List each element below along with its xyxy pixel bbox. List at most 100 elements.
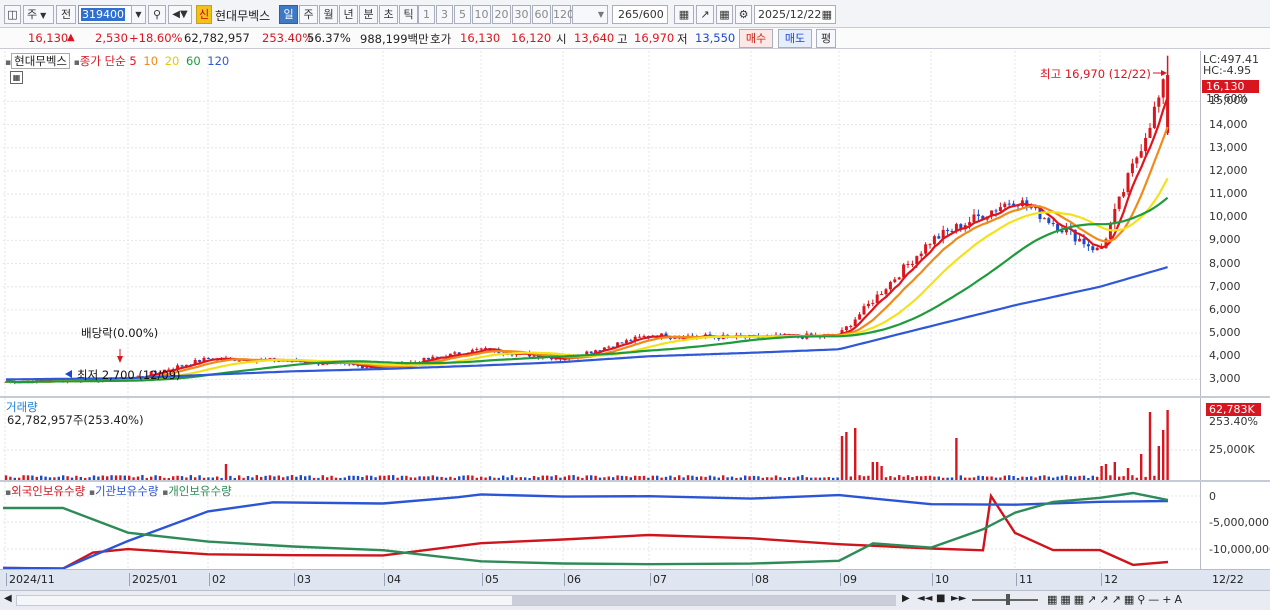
holder-legend: ▪외국인보유수량 ▪기관보유수량 ▪개인보유수량 bbox=[5, 483, 232, 499]
price-tick: 3,000 bbox=[1209, 372, 1241, 386]
price-tick: 6,000 bbox=[1209, 302, 1241, 316]
candle-body bbox=[1161, 79, 1165, 98]
bottom-bar: ◀ ▶ ◄◄ ■ ►► ▦▦▦↗↗↗▦⚲—+A bbox=[0, 590, 1270, 610]
volume-bar bbox=[1148, 412, 1152, 480]
price-tick: 4,000 bbox=[1209, 349, 1241, 363]
scroll-thumb[interactable] bbox=[512, 596, 896, 605]
candle-body bbox=[206, 357, 210, 359]
candle-body bbox=[884, 289, 888, 295]
holder-tick-10m: -10,000,000 bbox=[1209, 543, 1270, 556]
volume-panel[interactable]: 거래량 62,782,957주(253.40%) bbox=[3, 398, 1200, 480]
volume-bar bbox=[1157, 446, 1160, 480]
x-axis-right-label: 12/22 bbox=[1212, 573, 1244, 586]
count-120-button[interactable]: 120 bbox=[552, 5, 574, 24]
search-icon[interactable]: ⚲ bbox=[148, 5, 166, 24]
count-60-button[interactable]: 60 bbox=[532, 5, 551, 24]
tab-interval-second[interactable]: 초 bbox=[379, 5, 398, 24]
trade-amount: 988,199백만 bbox=[360, 32, 429, 46]
holder-axis: 0 -5,000,000 -10,000,000 bbox=[1200, 482, 1270, 569]
candle-body bbox=[237, 360, 241, 362]
tab-interval-year[interactable]: 년 bbox=[339, 5, 358, 24]
legend-ma-title: 종가 단순 bbox=[79, 54, 126, 68]
volume-bar bbox=[955, 438, 958, 480]
play-forward-icon[interactable]: ►► bbox=[951, 593, 966, 604]
view-options-icon[interactable]: ▦▦▦↗↗↗▦⚲—+A bbox=[1047, 593, 1185, 606]
high-label: 고 bbox=[617, 32, 628, 46]
holder-tick-5m: -5,000,000 bbox=[1209, 516, 1269, 529]
calendar-icon[interactable]: ▦ bbox=[822, 6, 832, 23]
open-label: 시 bbox=[556, 32, 567, 46]
candle-body bbox=[1095, 247, 1099, 251]
period-select[interactable]: 주 ▼ bbox=[23, 5, 54, 24]
candle-type-icon[interactable]: ▦ bbox=[674, 5, 694, 24]
count-20-button[interactable]: 20 bbox=[492, 5, 511, 24]
sell-button[interactable]: 매도 bbox=[778, 29, 812, 48]
count-30-button[interactable]: 30 bbox=[512, 5, 531, 24]
candle-body bbox=[972, 214, 976, 223]
price-tick: 5,000 bbox=[1209, 326, 1241, 340]
grid-icon[interactable]: ▦ bbox=[716, 5, 733, 24]
scroll-right-button[interactable]: ▶ bbox=[902, 593, 910, 604]
x-axis-label: 09 bbox=[840, 573, 857, 586]
zoom-slider-thumb[interactable] bbox=[1006, 594, 1010, 605]
x-axis-label: 07 bbox=[650, 573, 667, 586]
count-select[interactable]: ▼ bbox=[572, 5, 608, 24]
legend-ma-120: 120 bbox=[207, 54, 230, 68]
candle-body bbox=[919, 253, 923, 257]
tab-interval-minute[interactable]: 분 bbox=[359, 5, 378, 24]
count-1-button[interactable]: 1 bbox=[418, 5, 435, 24]
zoom-slider[interactable] bbox=[972, 599, 1038, 601]
tab-interval-month[interactable]: 월 bbox=[319, 5, 338, 24]
count-10-button[interactable]: 10 bbox=[472, 5, 491, 24]
buy-button[interactable]: 매수 bbox=[739, 29, 773, 48]
scroll-left-button[interactable]: ◀ bbox=[4, 593, 12, 604]
volume-bar bbox=[845, 432, 848, 480]
count-5-button[interactable]: 5 bbox=[454, 5, 471, 24]
dividend-arrow-head bbox=[117, 356, 123, 363]
prev-button[interactable]: 전 bbox=[56, 5, 76, 24]
legend-ma-10: 10 bbox=[143, 54, 159, 68]
ask-label: 호가 bbox=[430, 32, 452, 46]
draw-tool-icon[interactable]: ↗ bbox=[696, 5, 714, 24]
price-chart[interactable] bbox=[3, 51, 1200, 396]
candle-body bbox=[1144, 137, 1148, 152]
stop-icon[interactable]: ■ bbox=[936, 593, 945, 604]
candle-body bbox=[902, 264, 906, 278]
tab-interval-tick[interactable]: 틱 bbox=[399, 5, 418, 24]
candle-body bbox=[858, 314, 862, 320]
candle-body bbox=[937, 236, 941, 239]
horizontal-scrollbar[interactable] bbox=[16, 595, 896, 606]
code-dropdown-button[interactable]: ▼ bbox=[131, 5, 146, 24]
volume-tick-25000k: 25,000K bbox=[1209, 443, 1255, 456]
candle-body bbox=[994, 210, 998, 212]
candle-body bbox=[180, 365, 184, 367]
price-chart-panel[interactable]: ▪ 현대무벡스 ▪종가 단순 5 10 20 60 120 ▦ 최고 16,970… bbox=[3, 51, 1200, 396]
x-axis-label: 2024/11 bbox=[6, 573, 55, 586]
speaker-icon[interactable]: ◀▼ bbox=[168, 5, 192, 24]
tab-interval-week[interactable]: 주 bbox=[299, 5, 318, 24]
legend-ma-60: 60 bbox=[186, 54, 201, 68]
tab-interval-day[interactable]: 일 bbox=[279, 5, 298, 24]
calculator-icon[interactable]: ▦ bbox=[10, 71, 23, 84]
date-field[interactable]: 2025/12/22 ▦ bbox=[754, 5, 836, 24]
legend-individual: 개인보유수량 bbox=[168, 484, 232, 498]
holder-blue-line bbox=[3, 493, 1169, 569]
x-axis-label: 10 bbox=[932, 573, 949, 586]
candle-body bbox=[1047, 218, 1051, 224]
holder-panel[interactable]: ▪외국인보유수량 ▪기관보유수량 ▪개인보유수량 bbox=[3, 482, 1200, 569]
bar-count-field[interactable]: 265/600 bbox=[612, 5, 668, 24]
low-arrow-head bbox=[65, 370, 72, 378]
x-axis-label: 2025/01 bbox=[129, 573, 178, 586]
eval-button[interactable]: 평 bbox=[816, 29, 836, 48]
gear-icon[interactable]: ⚙ bbox=[735, 5, 752, 24]
candle-body bbox=[866, 303, 870, 307]
candle-body bbox=[607, 346, 611, 348]
up-arrow-icon: ▲ bbox=[67, 32, 75, 43]
candle-body bbox=[1042, 218, 1046, 220]
play-back-icon[interactable]: ◄◄ bbox=[917, 593, 932, 604]
candle-body bbox=[871, 303, 875, 305]
layout-icon[interactable]: ◫ bbox=[4, 5, 21, 24]
candle-body bbox=[1148, 127, 1152, 138]
candle-body bbox=[1086, 244, 1090, 247]
count-3-button[interactable]: 3 bbox=[436, 5, 453, 24]
